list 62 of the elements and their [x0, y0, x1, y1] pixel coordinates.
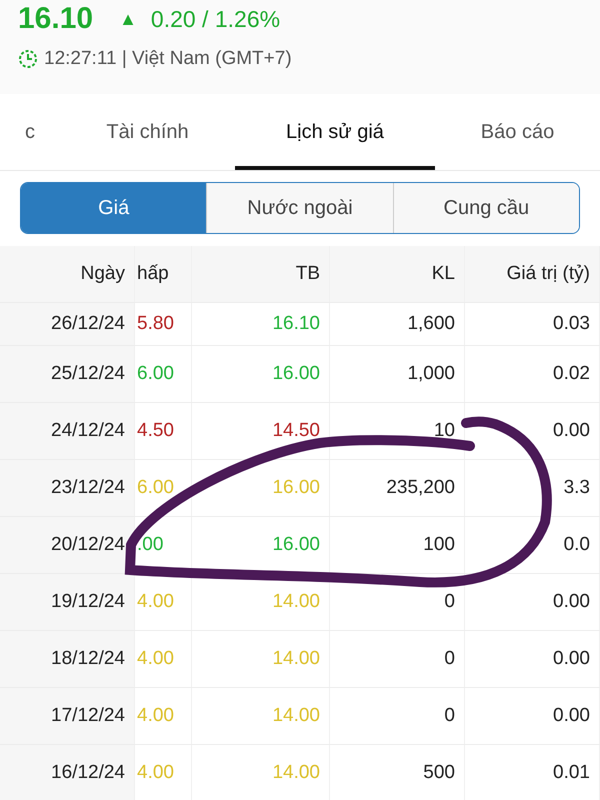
- date-cell: 18/12/24: [0, 631, 135, 687]
- table-cell: 0.0: [465, 517, 600, 573]
- table-cell: 16.10: [192, 303, 330, 345]
- table-cell: 235,200: [330, 460, 465, 516]
- table-cell: 1,000: [330, 346, 465, 402]
- table-cell: 0: [330, 688, 465, 744]
- table-cell: 16.00: [192, 460, 330, 516]
- column-header: hấp: [135, 246, 192, 302]
- table-cell: 14.00: [192, 631, 330, 687]
- table-cell: 14.00: [192, 574, 330, 630]
- tab[interactable]: Tài chính: [60, 94, 235, 170]
- table-cell: 6.00: [135, 346, 192, 402]
- table-cell: 4.00: [135, 745, 192, 800]
- column-header: KL: [330, 246, 465, 302]
- table-cell: 500: [330, 745, 465, 800]
- table-cell: 6.00: [135, 460, 192, 516]
- date-cell: 23/12/24: [0, 460, 135, 516]
- table-cell: 4.00: [135, 688, 192, 744]
- table-cell: 0.02: [465, 346, 600, 402]
- table-cell: 10: [330, 403, 465, 459]
- up-arrow: ▲: [119, 8, 137, 30]
- table-cell: 16.00: [192, 346, 330, 402]
- table-cell: 3.3: [465, 460, 600, 516]
- table-cell: 14.00: [192, 688, 330, 744]
- table-cell: 0.03: [465, 303, 600, 345]
- stock-price: 16.10: [18, 2, 94, 36]
- table-cell: 16.00: [192, 517, 330, 573]
- table-cell: 0: [330, 574, 465, 630]
- segment-button[interactable]: Nước ngoài: [206, 183, 393, 233]
- tab[interactable]: Lịch sử giá: [235, 94, 435, 170]
- table-cell: 0.00: [465, 688, 600, 744]
- tab[interactable]: c: [0, 94, 60, 170]
- date-cell: 16/12/24: [0, 745, 135, 800]
- clock-icon: [18, 49, 38, 69]
- segment-button[interactable]: Cung cầu: [392, 183, 579, 233]
- date-cell: 17/12/24: [0, 688, 135, 744]
- table-cell: 0.01: [465, 745, 600, 800]
- update-time: 12:27:11 | Việt Nam (GMT+7): [44, 48, 292, 70]
- table-cell: 4.00: [135, 574, 192, 630]
- table-cell: 0.00: [465, 403, 600, 459]
- table-cell: 1,600: [330, 303, 465, 345]
- table-cell: 14.50: [192, 403, 330, 459]
- date-cell: 26/12/24: [0, 303, 135, 345]
- table-cell: 4.00: [135, 631, 192, 687]
- table-cell: 14.00: [192, 745, 330, 800]
- column-header: Ngày: [0, 246, 135, 302]
- table-cell: .00: [135, 517, 192, 573]
- date-cell: 20/12/24: [0, 517, 135, 573]
- table-cell: 4.50: [135, 403, 192, 459]
- table-cell: 0.00: [465, 631, 600, 687]
- segment-button[interactable]: Giá: [21, 183, 206, 233]
- price-change: 0.20 / 1.26%: [150, 6, 280, 32]
- table-cell: 5.80: [135, 303, 192, 345]
- table-cell: 0: [330, 631, 465, 687]
- date-cell: 24/12/24: [0, 403, 135, 459]
- date-cell: 19/12/24: [0, 574, 135, 630]
- column-header: Giá trị (tỷ): [465, 246, 600, 302]
- column-header: TB: [192, 246, 330, 302]
- date-cell: 25/12/24: [0, 346, 135, 402]
- table-cell: 0.00: [465, 574, 600, 630]
- tab[interactable]: Báo cáo: [435, 94, 600, 170]
- table-cell: 100: [330, 517, 465, 573]
